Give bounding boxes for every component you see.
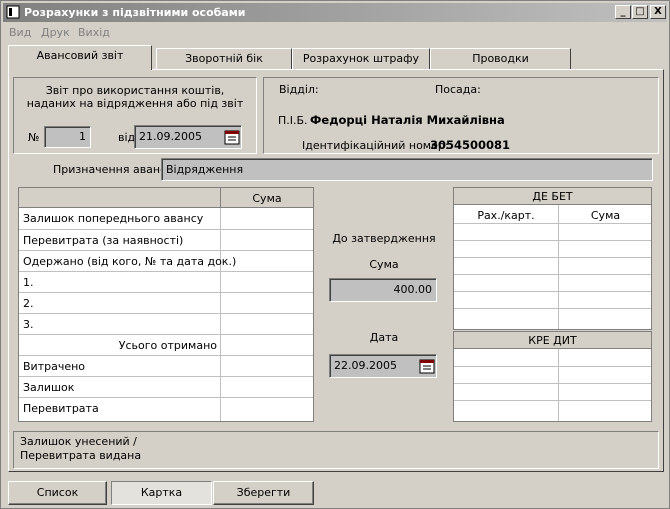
balance-note-line1: Залишок унесений / — [20, 435, 137, 448]
close-button[interactable]: X — [650, 5, 666, 19]
table-row-overspend[interactable]: Перевитрата (за наявності) — [23, 234, 183, 247]
person-info-group: Відділ: Посада: П.І.Б. Федорці Наталія М… — [263, 77, 659, 154]
credit-table: КРЕ ДИТ — [453, 331, 652, 422]
debit-title: ДЕ БЕТ — [532, 190, 573, 203]
minimize-button[interactable]: _ — [615, 5, 631, 19]
main-window: Розрахунки з підзвітними особами _ □ X В… — [0, 0, 670, 509]
department-label: Відділ: — [279, 83, 319, 96]
tax-id-value: 3054500081 — [430, 138, 511, 152]
report-number-field[interactable]: 1 — [44, 126, 91, 148]
table-header: Сума — [19, 188, 313, 208]
app-icon — [6, 5, 20, 19]
title-bar: Розрахунки з підзвітними особами _ □ X — [3, 3, 667, 22]
position-label: Посада: — [435, 83, 481, 96]
report-date-label: від — [118, 131, 136, 144]
maximize-button[interactable]: □ — [632, 5, 648, 19]
approval-sum-label: Сума — [369, 258, 399, 271]
tab-postings[interactable]: Проводки — [430, 48, 571, 70]
report-heading-line2: наданих на відрядження або під звіт — [26, 97, 244, 110]
table-row-item-1[interactable]: 1. — [23, 276, 34, 289]
table-row-balance[interactable]: Залишок — [23, 381, 74, 394]
report-date-calendar-icon[interactable] — [224, 129, 240, 145]
balance-note-box: Залишок унесений / Перевитрата видана — [13, 431, 659, 469]
approval-date-label: Дата — [369, 331, 399, 344]
approval-date-calendar-icon[interactable] — [419, 358, 435, 374]
table-row-prev-balance[interactable]: Залишок попереднього авансу — [23, 212, 203, 225]
advance-purpose-label: Призначення авансу — [53, 163, 173, 176]
debit-sum-header: Сума — [590, 209, 621, 222]
card-button[interactable]: Картка — [111, 481, 212, 505]
tab-advance-report[interactable]: Авансовий звіт — [8, 45, 152, 70]
debit-account-header: Рах./карт. — [477, 209, 535, 222]
list-button[interactable]: Список — [8, 481, 107, 505]
menu-view[interactable]: Вид — [9, 26, 31, 39]
full-name-value: Федорці Наталія Михайлівна — [310, 113, 505, 127]
report-heading-line1: Звіт про використання коштів, — [45, 84, 225, 97]
approval-sum-field[interactable]: 400.00 — [329, 278, 437, 302]
balance-note-line2: Перевитрата видана — [20, 449, 142, 462]
window-title: Розрахунки з підзвітними особами — [24, 6, 246, 19]
menu-print[interactable]: Друк — [41, 26, 70, 39]
advance-purpose-field[interactable]: Відрядження — [161, 158, 653, 181]
save-button[interactable]: Зберегти — [213, 481, 314, 505]
table-row-received[interactable]: Одержано (від кого, № та дата док.) — [23, 255, 236, 268]
table-row-item-2[interactable]: 2. — [23, 297, 34, 310]
credit-title: КРЕ ДИТ — [528, 334, 577, 347]
debit-table: ДЕ БЕТ Рах./карт. Сума — [453, 187, 652, 330]
table-row-spent[interactable]: Витрачено — [23, 360, 85, 373]
approval-title: До затвердження — [332, 232, 436, 245]
report-header-group: Звіт про використання коштів, наданих на… — [13, 77, 257, 154]
menu-exit[interactable]: Вихід — [78, 26, 110, 39]
table-row-item-3[interactable]: 3. — [23, 318, 34, 331]
tab-fine-calculation[interactable]: Розрахунок штрафу — [292, 48, 430, 70]
sum-column-header: Сума — [252, 192, 282, 205]
advance-summary-table: Сума Залишок попереднього авансу Перевит… — [18, 187, 314, 422]
menu-bar: Вид Друк Вихід — [1, 23, 669, 41]
table-row-overspend-total[interactable]: Перевитрата — [23, 402, 99, 415]
tax-id-label: Ідентифікаційний номер: — [302, 139, 449, 152]
full-name-label: П.І.Б. — [278, 114, 308, 127]
tab-reverse-side[interactable]: Зворотній бік — [156, 48, 292, 70]
table-row-total-received[interactable]: Усього отримано — [19, 339, 217, 352]
report-number-label: № — [28, 131, 40, 144]
